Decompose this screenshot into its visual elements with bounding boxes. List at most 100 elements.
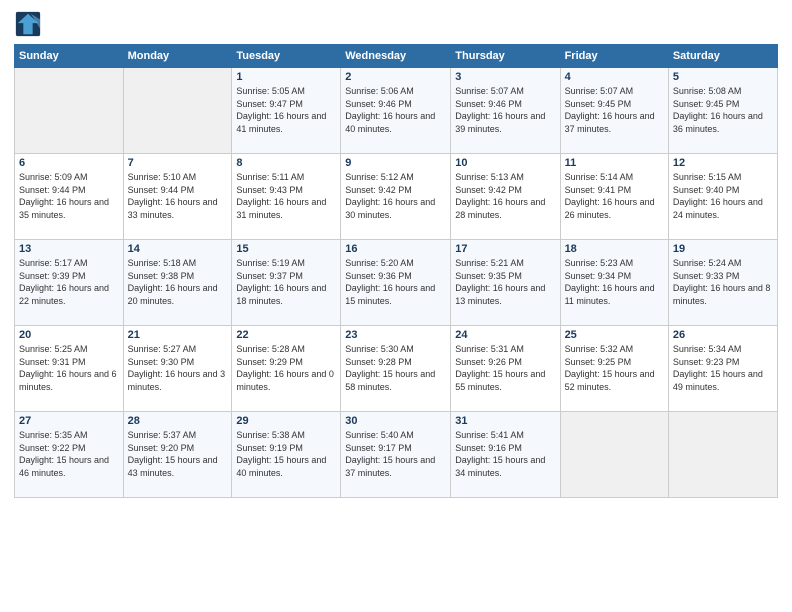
day-cell: 29 Sunrise: 5:38 AM Sunset: 9:19 PM Dayli…	[232, 412, 341, 498]
day-cell: 28Sunrise: 5:37 AM Sunset: 9:20 PM Dayli…	[123, 412, 232, 498]
day-info: Sunrise: 5:35 AM Sunset: 9:22 PM Dayligh…	[19, 429, 119, 479]
day-cell	[668, 412, 777, 498]
day-cell: 3 Sunrise: 5:07 AM Sunset: 9:46 PM Daylig…	[451, 68, 560, 154]
day-cell	[560, 412, 668, 498]
day-cell: 13Sunrise: 5:17 AM Sunset: 9:39 PM Dayli…	[15, 240, 124, 326]
day-info: Sunrise: 5:07 AM Sunset: 9:45 PM Dayligh…	[565, 85, 664, 135]
page-header	[14, 10, 778, 38]
day-number: 31	[455, 415, 555, 427]
header-wednesday: Wednesday	[341, 45, 451, 68]
day-number: 13	[19, 243, 119, 255]
day-info: Sunrise: 5:19 AM Sunset: 9:37 PM Dayligh…	[236, 257, 336, 307]
day-cell: 22 Sunrise: 5:28 AM Sunset: 9:29 PM Dayli…	[232, 326, 341, 412]
day-cell: 18 Sunrise: 5:23 AM Sunset: 9:34 PM Dayli…	[560, 240, 668, 326]
day-cell: 1Sunrise: 5:05 AM Sunset: 9:47 PM Daylig…	[232, 68, 341, 154]
day-info: Sunrise: 5:08 AM Sunset: 9:45 PM Dayligh…	[673, 85, 773, 135]
day-info: Sunrise: 5:18 AM Sunset: 9:38 PM Dayligh…	[128, 257, 228, 307]
day-number: 6	[19, 157, 119, 169]
week-row-0: 1Sunrise: 5:05 AM Sunset: 9:47 PM Daylig…	[15, 68, 778, 154]
day-number: 9	[345, 157, 446, 169]
day-cell: 25Sunrise: 5:32 AM Sunset: 9:25 PM Dayli…	[560, 326, 668, 412]
calendar-table: SundayMondayTuesdayWednesdayThursdayFrid…	[14, 44, 778, 498]
day-info: Sunrise: 5:38 AM Sunset: 9:19 PM Dayligh…	[236, 429, 336, 479]
day-cell: 10 Sunrise: 5:13 AM Sunset: 9:42 PM Dayli…	[451, 154, 560, 240]
day-info: Sunrise: 5:10 AM Sunset: 9:44 PM Dayligh…	[128, 171, 228, 221]
day-info: Sunrise: 5:11 AM Sunset: 9:43 PM Dayligh…	[236, 171, 336, 221]
day-number: 21	[128, 329, 228, 341]
day-info: Sunrise: 5:23 AM Sunset: 9:34 PM Dayligh…	[565, 257, 664, 307]
day-info: Sunrise: 5:32 AM Sunset: 9:25 PM Dayligh…	[565, 343, 664, 393]
day-info: Sunrise: 5:37 AM Sunset: 9:20 PM Dayligh…	[128, 429, 228, 479]
week-row-4: 27 Sunrise: 5:35 AM Sunset: 9:22 PM Dayli…	[15, 412, 778, 498]
day-cell: 17 Sunrise: 5:21 AM Sunset: 9:35 PM Dayli…	[451, 240, 560, 326]
day-number: 2	[345, 71, 446, 83]
logo-icon	[14, 10, 42, 38]
day-number: 30	[345, 415, 446, 427]
header-monday: Monday	[123, 45, 232, 68]
header-saturday: Saturday	[668, 45, 777, 68]
day-info: Sunrise: 5:07 AM Sunset: 9:46 PM Dayligh…	[455, 85, 555, 135]
day-info: Sunrise: 5:28 AM Sunset: 9:29 PM Dayligh…	[236, 343, 336, 393]
day-number: 18	[565, 243, 664, 255]
day-info: Sunrise: 5:40 AM Sunset: 9:17 PM Dayligh…	[345, 429, 446, 479]
header-row: SundayMondayTuesdayWednesdayThursdayFrid…	[15, 45, 778, 68]
day-number: 5	[673, 71, 773, 83]
day-info: Sunrise: 5:12 AM Sunset: 9:42 PM Dayligh…	[345, 171, 446, 221]
day-number: 26	[673, 329, 773, 341]
day-info: Sunrise: 5:30 AM Sunset: 9:28 PM Dayligh…	[345, 343, 446, 393]
day-number: 15	[236, 243, 336, 255]
day-cell	[15, 68, 124, 154]
day-number: 11	[565, 157, 664, 169]
day-number: 10	[455, 157, 555, 169]
day-cell: 2 Sunrise: 5:06 AM Sunset: 9:46 PM Daylig…	[341, 68, 451, 154]
day-number: 20	[19, 329, 119, 341]
day-cell: 7Sunrise: 5:10 AM Sunset: 9:44 PM Daylig…	[123, 154, 232, 240]
day-info: Sunrise: 5:31 AM Sunset: 9:26 PM Dayligh…	[455, 343, 555, 393]
day-cell: 27 Sunrise: 5:35 AM Sunset: 9:22 PM Dayli…	[15, 412, 124, 498]
day-info: Sunrise: 5:13 AM Sunset: 9:42 PM Dayligh…	[455, 171, 555, 221]
day-cell: 20 Sunrise: 5:25 AM Sunset: 9:31 PM Dayli…	[15, 326, 124, 412]
day-number: 14	[128, 243, 228, 255]
day-cell: 5 Sunrise: 5:08 AM Sunset: 9:45 PM Daylig…	[668, 68, 777, 154]
day-info: Sunrise: 5:24 AM Sunset: 9:33 PM Dayligh…	[673, 257, 773, 307]
day-cell: 11 Sunrise: 5:14 AM Sunset: 9:41 PM Dayli…	[560, 154, 668, 240]
week-row-2: 13Sunrise: 5:17 AM Sunset: 9:39 PM Dayli…	[15, 240, 778, 326]
day-cell	[123, 68, 232, 154]
day-number: 8	[236, 157, 336, 169]
day-info: Sunrise: 5:06 AM Sunset: 9:46 PM Dayligh…	[345, 85, 446, 135]
day-cell: 26Sunrise: 5:34 AM Sunset: 9:23 PM Dayli…	[668, 326, 777, 412]
day-info: Sunrise: 5:21 AM Sunset: 9:35 PM Dayligh…	[455, 257, 555, 307]
day-cell: 12Sunrise: 5:15 AM Sunset: 9:40 PM Dayli…	[668, 154, 777, 240]
logo	[14, 10, 46, 38]
day-cell: 16Sunrise: 5:20 AM Sunset: 9:36 PM Dayli…	[341, 240, 451, 326]
day-info: Sunrise: 5:20 AM Sunset: 9:36 PM Dayligh…	[345, 257, 446, 307]
day-number: 29	[236, 415, 336, 427]
day-info: Sunrise: 5:27 AM Sunset: 9:30 PM Dayligh…	[128, 343, 228, 393]
header-sunday: Sunday	[15, 45, 124, 68]
header-thursday: Thursday	[451, 45, 560, 68]
day-cell: 9 Sunrise: 5:12 AM Sunset: 9:42 PM Daylig…	[341, 154, 451, 240]
day-number: 27	[19, 415, 119, 427]
header-tuesday: Tuesday	[232, 45, 341, 68]
day-info: Sunrise: 5:09 AM Sunset: 9:44 PM Dayligh…	[19, 171, 119, 221]
day-cell: 6 Sunrise: 5:09 AM Sunset: 9:44 PM Daylig…	[15, 154, 124, 240]
day-cell: 15 Sunrise: 5:19 AM Sunset: 9:37 PM Dayli…	[232, 240, 341, 326]
day-cell: 31 Sunrise: 5:41 AM Sunset: 9:16 PM Dayli…	[451, 412, 560, 498]
day-cell: 8 Sunrise: 5:11 AM Sunset: 9:43 PM Daylig…	[232, 154, 341, 240]
week-row-3: 20 Sunrise: 5:25 AM Sunset: 9:31 PM Dayli…	[15, 326, 778, 412]
day-cell: 30 Sunrise: 5:40 AM Sunset: 9:17 PM Dayli…	[341, 412, 451, 498]
day-info: Sunrise: 5:14 AM Sunset: 9:41 PM Dayligh…	[565, 171, 664, 221]
day-number: 17	[455, 243, 555, 255]
day-info: Sunrise: 5:41 AM Sunset: 9:16 PM Dayligh…	[455, 429, 555, 479]
header-friday: Friday	[560, 45, 668, 68]
day-number: 19	[673, 243, 773, 255]
week-row-1: 6 Sunrise: 5:09 AM Sunset: 9:44 PM Daylig…	[15, 154, 778, 240]
day-number: 3	[455, 71, 555, 83]
day-cell: 19 Sunrise: 5:24 AM Sunset: 9:33 PM Dayli…	[668, 240, 777, 326]
day-cell: 24Sunrise: 5:31 AM Sunset: 9:26 PM Dayli…	[451, 326, 560, 412]
day-info: Sunrise: 5:25 AM Sunset: 9:31 PM Dayligh…	[19, 343, 119, 393]
day-info: Sunrise: 5:15 AM Sunset: 9:40 PM Dayligh…	[673, 171, 773, 221]
day-number: 22	[236, 329, 336, 341]
day-number: 23	[345, 329, 446, 341]
day-cell: 23 Sunrise: 5:30 AM Sunset: 9:28 PM Dayli…	[341, 326, 451, 412]
